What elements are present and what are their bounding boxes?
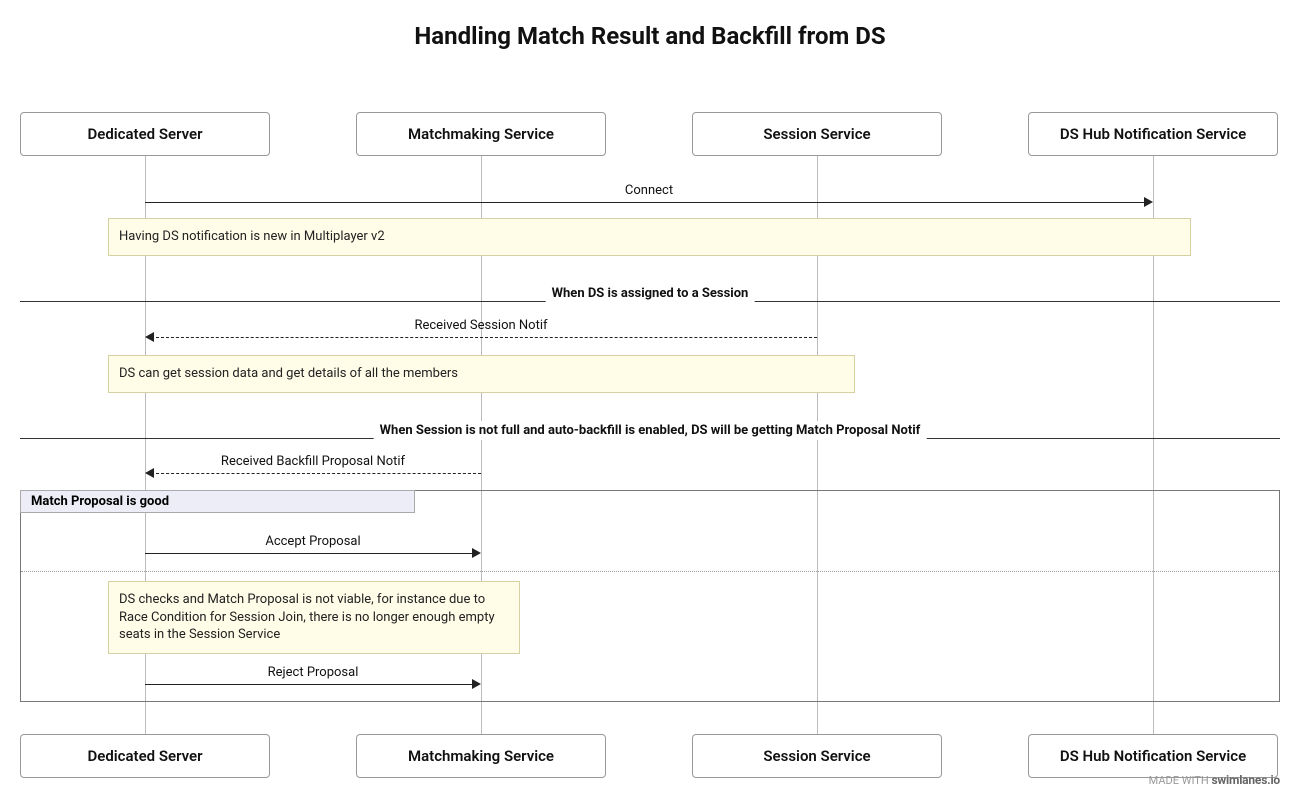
diagram-title: Handling Match Result and Backfill from …: [0, 0, 1300, 50]
msg-connect-arrow: [1144, 197, 1153, 207]
note-reject-reason: DS checks and Match Proposal is not viab…: [108, 581, 520, 654]
lane-footer-mm: Matchmaking Service: [356, 734, 606, 778]
msg-accept-label: Accept Proposal: [265, 534, 360, 549]
msg-accept-arrow: [472, 548, 481, 558]
lane-footer-hub: DS Hub Notification Service: [1028, 734, 1278, 778]
diagram-canvas: Dedicated Server Matchmaking Service Ses…: [20, 50, 1280, 810]
note-ds-notif-new: Having DS notification is new in Multipl…: [108, 218, 1191, 256]
lane-footer-ds: Dedicated Server: [20, 734, 270, 778]
alt-label-text: Match Proposal is good: [31, 494, 169, 509]
note-session-data: DS can get session data and get details …: [108, 355, 855, 393]
msg-backfill-notif-arrow: [145, 468, 154, 478]
lane-header-hub: DS Hub Notification Service: [1028, 112, 1278, 156]
divider-notfull-label: When Session is not full and auto-backfi…: [374, 421, 927, 440]
msg-reject-line: [145, 684, 475, 685]
watermark-prefix: MADE WITH: [1149, 774, 1209, 787]
msg-reject-label: Reject Proposal: [268, 665, 359, 680]
lane-header-mm: Matchmaking Service: [356, 112, 606, 156]
msg-session-notif-label: Received Session Notif: [414, 318, 547, 333]
msg-connect-label: Connect: [625, 183, 673, 198]
lane-footer-sess: Session Service: [692, 734, 942, 778]
watermark: MADE WITH swimlanes.io: [1149, 773, 1280, 787]
alt-label: Match Proposal is good: [20, 490, 415, 513]
msg-connect-line: [145, 202, 1147, 203]
msg-backfill-notif-line: [151, 473, 481, 474]
msg-reject-arrow: [472, 679, 481, 689]
watermark-brand: swimlanes.io: [1211, 773, 1280, 787]
divider-assigned-label: When DS is assigned to a Session: [546, 284, 755, 303]
lane-header-ds: Dedicated Server: [20, 112, 270, 156]
msg-backfill-notif-label: Received Backfill Proposal Notif: [221, 454, 405, 469]
msg-session-notif-line: [151, 337, 817, 338]
alt-divider: [21, 571, 1279, 572]
msg-session-notif-arrow: [145, 332, 154, 342]
lane-header-sess: Session Service: [692, 112, 942, 156]
msg-accept-line: [145, 553, 475, 554]
